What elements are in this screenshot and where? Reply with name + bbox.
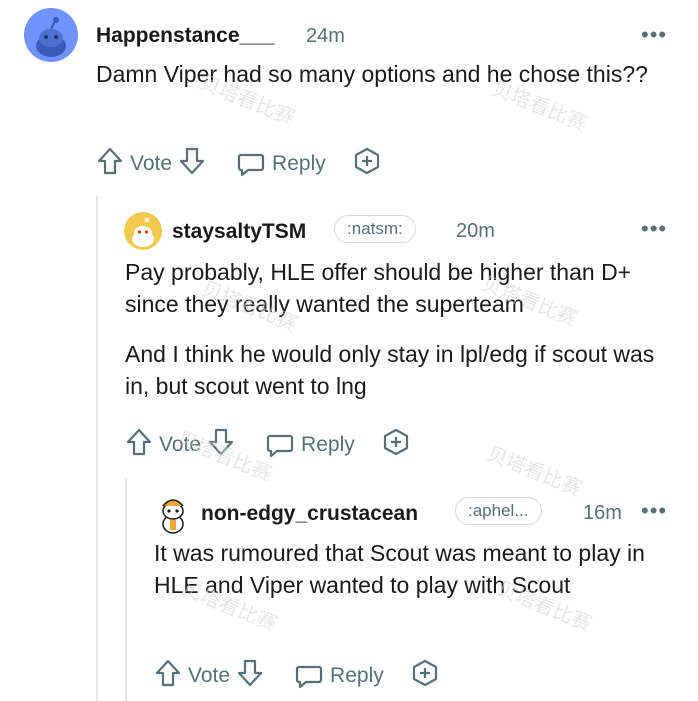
comment-body: Damn Viper had so many options and he ch… xyxy=(96,58,666,90)
upvote-icon[interactable] xyxy=(125,427,153,463)
avatar[interactable] xyxy=(24,8,78,62)
downvote-icon[interactable] xyxy=(236,658,264,694)
comment-username[interactable]: staysaltyTSM xyxy=(172,220,306,244)
comment-actions: Vote Reply xyxy=(125,427,411,463)
reply-bubble-icon xyxy=(237,153,265,177)
reply-bubble-icon xyxy=(266,434,294,458)
snoo-avatar-icon xyxy=(132,217,154,247)
upvote-icon[interactable] xyxy=(154,658,182,694)
comment-timestamp: 24m xyxy=(306,25,345,47)
award-icon[interactable] xyxy=(352,146,382,182)
user-flair: :aphel... xyxy=(455,497,542,525)
vote-label: Vote xyxy=(130,152,173,175)
upvote-icon[interactable] xyxy=(96,146,124,182)
comment-username[interactable]: non-edgy_crustacean xyxy=(201,502,418,526)
comment-paragraph: Pay probably, HLE offer should be higher… xyxy=(125,259,632,317)
comment-timestamp: 20m xyxy=(456,220,495,242)
thread-line-level2 xyxy=(125,478,127,701)
reply-label: Reply xyxy=(272,152,326,175)
comment-actions: Vote Reply xyxy=(96,146,382,182)
snoo-avatar-icon xyxy=(36,17,66,57)
comment-paragraph: Damn Viper had so many options and he ch… xyxy=(96,61,648,87)
comment-body: It was rumoured that Scout was meant to … xyxy=(154,537,654,601)
downvote-icon[interactable] xyxy=(178,146,206,182)
vote-label: Vote xyxy=(188,664,231,687)
more-options-icon[interactable]: ••• xyxy=(641,218,667,240)
watermark: 贝塔看比赛 xyxy=(483,442,585,501)
comment-paragraph: And I think he would only stay in lpl/ed… xyxy=(125,341,655,399)
comment-username[interactable]: Happenstance___ xyxy=(96,24,275,48)
reply-button[interactable]: Reply xyxy=(265,430,361,460)
thread-line-level1 xyxy=(96,196,98,701)
award-icon[interactable] xyxy=(410,658,440,694)
comment-timestamp: 16m xyxy=(583,502,622,524)
reply-label: Reply xyxy=(330,664,384,687)
more-options-icon[interactable]: ••• xyxy=(641,24,667,46)
vote-label: Vote xyxy=(159,433,202,456)
downvote-icon[interactable] xyxy=(207,427,235,463)
avatar[interactable] xyxy=(155,494,191,534)
user-flair: :natsm: xyxy=(334,215,416,243)
comment-body: Pay probably, HLE offer should be higher… xyxy=(125,256,670,402)
avatar[interactable] xyxy=(124,212,162,250)
reply-bubble-icon xyxy=(295,665,323,689)
reply-button[interactable]: Reply xyxy=(236,149,332,179)
comment-actions: Vote Reply xyxy=(154,658,440,694)
snoo-avatar-icon xyxy=(162,499,184,534)
award-icon[interactable] xyxy=(381,427,411,463)
reply-button[interactable]: Reply xyxy=(294,661,390,691)
comment-paragraph: It was rumoured that Scout was meant to … xyxy=(154,540,645,598)
more-options-icon[interactable]: ••• xyxy=(641,500,667,522)
reply-label: Reply xyxy=(301,433,355,456)
